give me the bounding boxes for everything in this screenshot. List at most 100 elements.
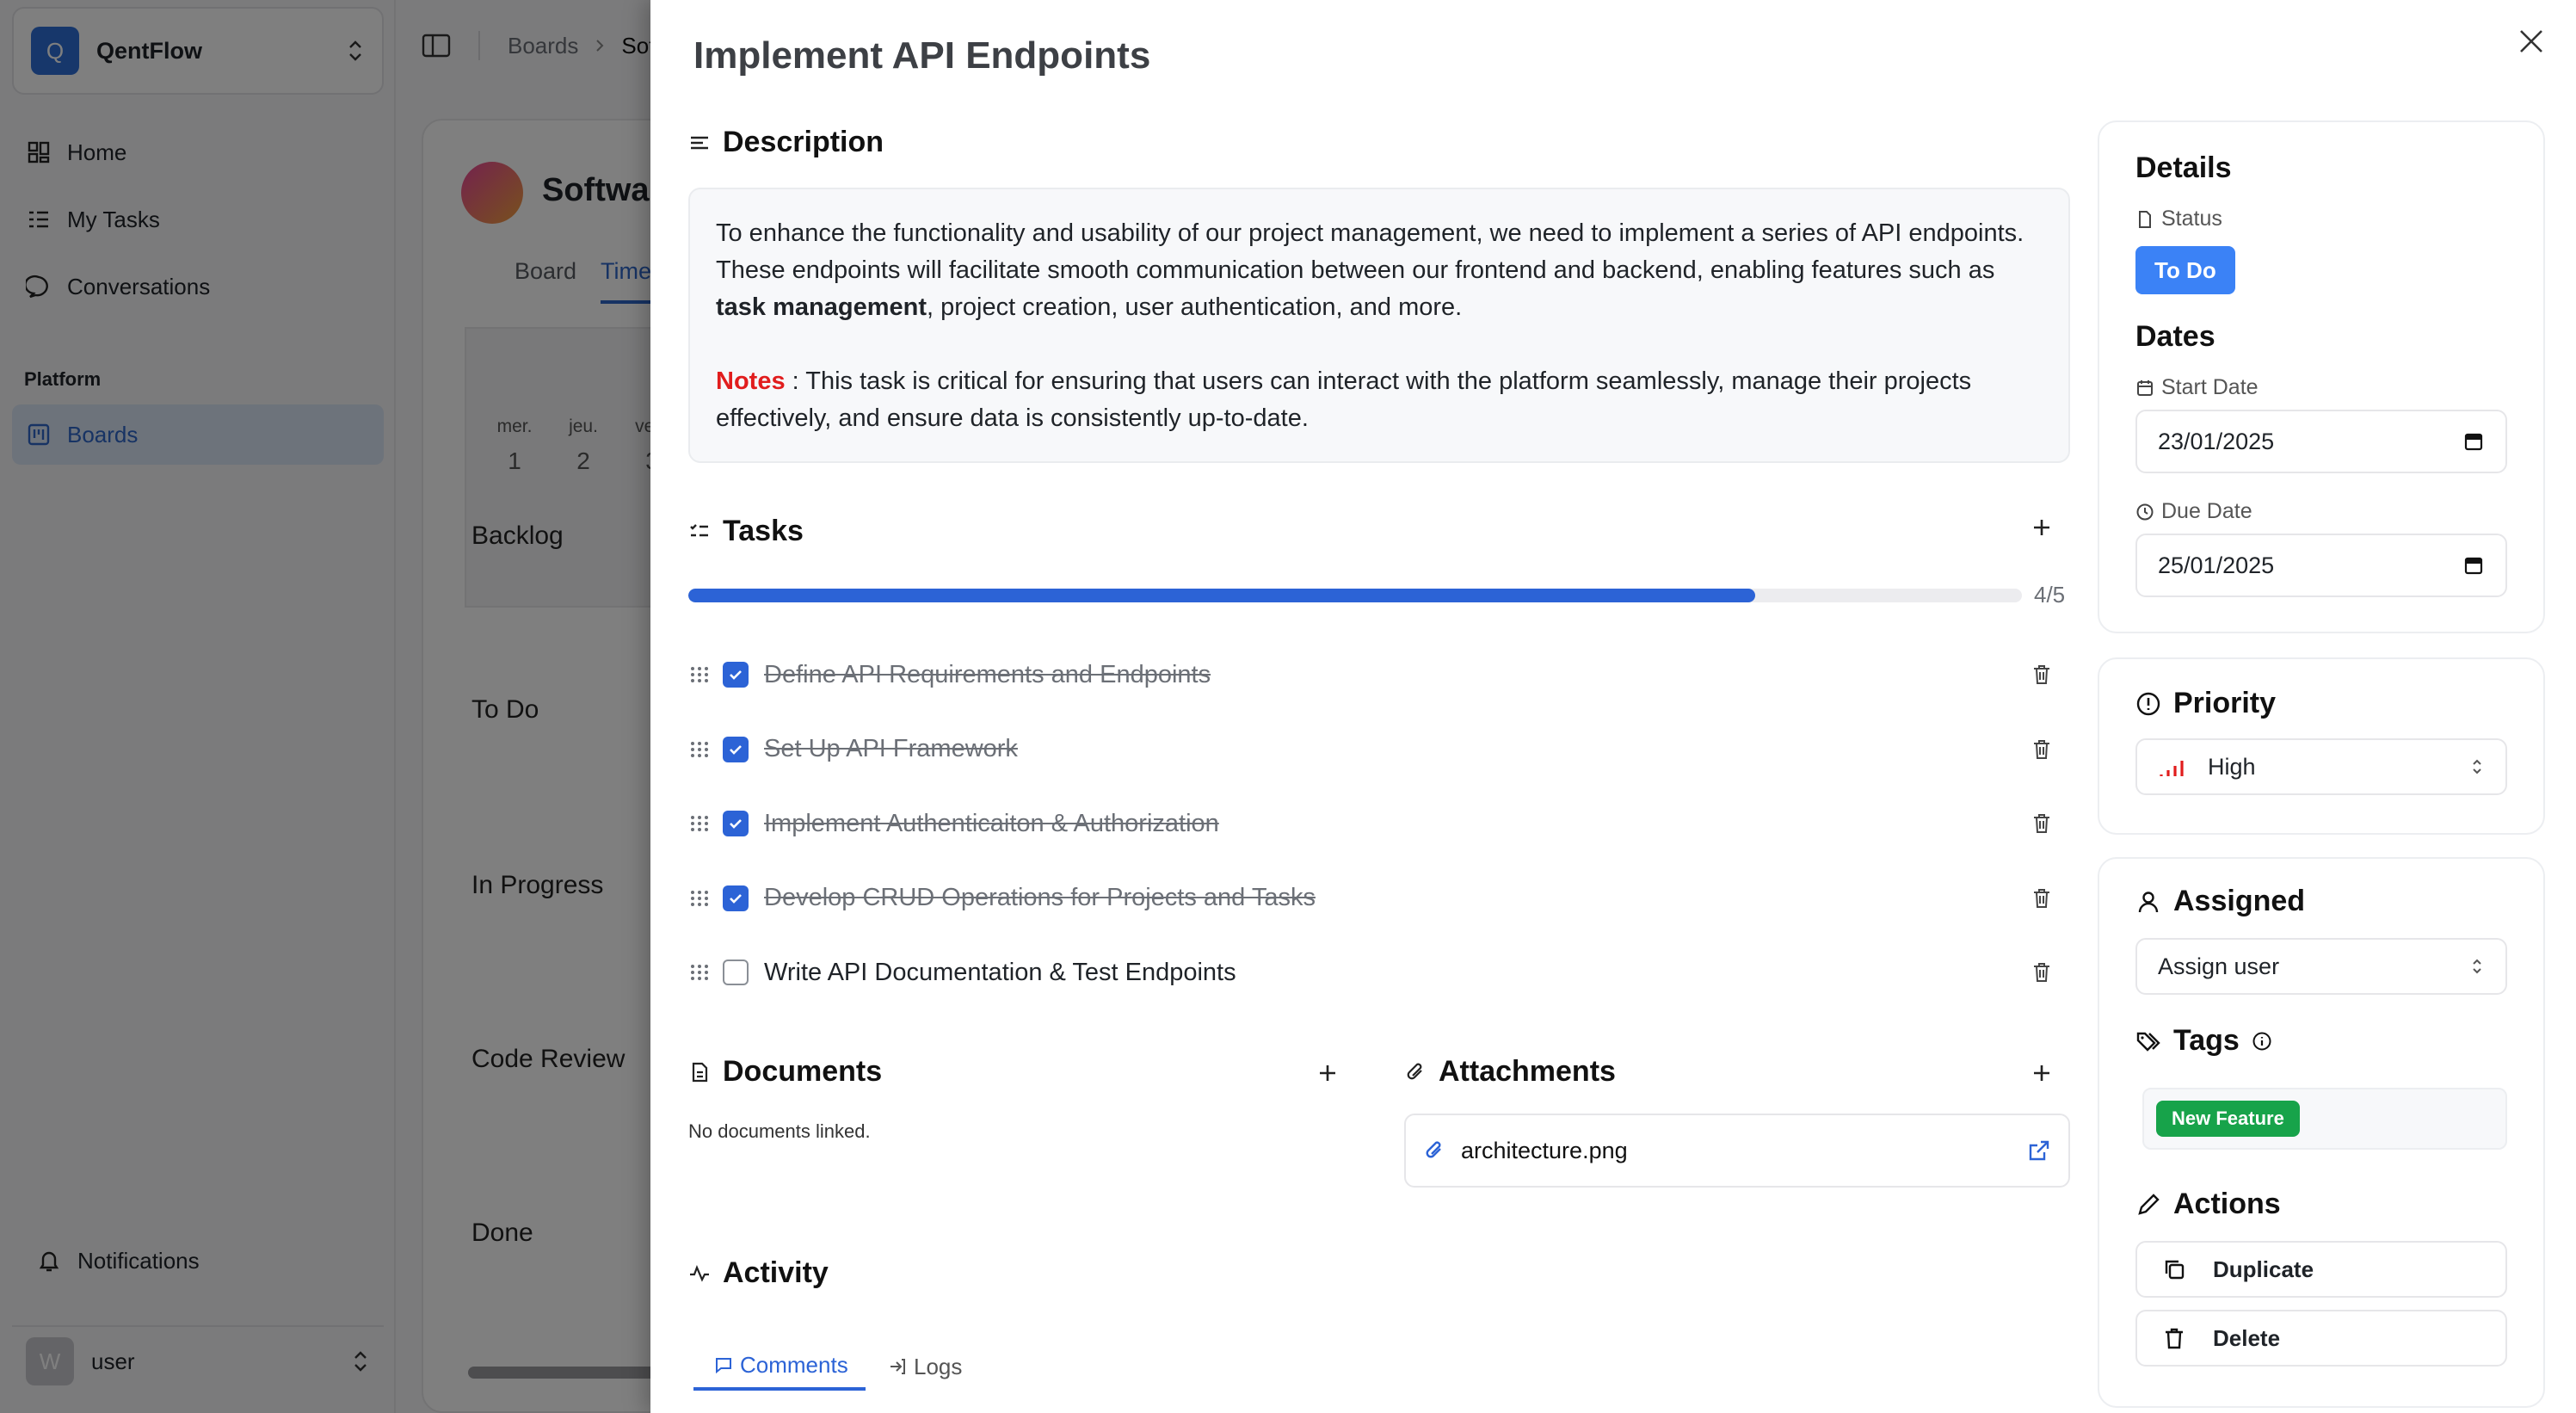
- close-icon: [2514, 24, 2548, 59]
- due-date-label: Due Date: [2135, 499, 2252, 524]
- checklist-icon: [688, 521, 711, 543]
- comment-icon: [714, 1355, 733, 1374]
- plus-icon: [2027, 1058, 2056, 1088]
- start-date-value: 23/01/2025: [2158, 428, 2275, 454]
- user-icon: [2135, 889, 2161, 915]
- calendar-icon[interactable]: [2462, 430, 2485, 453]
- documents-empty-text: No documents linked.: [688, 1120, 871, 1142]
- tags-icon: [2135, 1028, 2161, 1054]
- assign-user-placeholder: Assign user: [2158, 953, 2280, 979]
- description-box[interactable]: To enhance the functionality and usabili…: [688, 188, 2070, 463]
- task-item[interactable]: Set Up API Framework: [688, 724, 2070, 775]
- tab-comments[interactable]: Comments: [693, 1342, 866, 1391]
- priority-select[interactable]: High: [2135, 738, 2507, 795]
- external-link-icon[interactable]: [2027, 1138, 2051, 1163]
- task-item[interactable]: Write API Documentation & Test Endpoints: [688, 947, 2070, 998]
- text-align-icon: [688, 132, 711, 154]
- add-document-button[interactable]: [1313, 1058, 1342, 1088]
- pencil-icon: [2135, 1192, 2161, 1218]
- tasks-progress-count: 4/5: [2034, 582, 2066, 608]
- drag-handle-icon[interactable]: [688, 738, 711, 761]
- actions-heading: Actions: [2135, 1188, 2281, 1221]
- log-in-icon: [888, 1357, 907, 1376]
- description-notes: Notes : This task is critical for ensuri…: [716, 367, 1972, 432]
- task-checkbox[interactable]: [723, 662, 749, 688]
- task-title: Implement API Endpoints: [693, 34, 1151, 77]
- plus-icon: [1313, 1058, 1342, 1088]
- drag-handle-icon[interactable]: [688, 887, 711, 910]
- plus-icon: [2027, 513, 2056, 542]
- task-title: Define API Requirements and Endpoints: [764, 660, 1211, 688]
- close-button[interactable]: [2514, 24, 2548, 59]
- delete-button[interactable]: Delete: [2135, 1310, 2507, 1367]
- attachments-heading: Attachments: [1404, 1055, 1616, 1089]
- priority-value: High: [2208, 753, 2256, 780]
- drag-handle-icon[interactable]: [688, 663, 711, 686]
- task-title: Set Up API Framework: [764, 735, 1018, 762]
- priority-heading: Priority: [2135, 687, 2276, 720]
- paperclip-icon: [1404, 1061, 1427, 1083]
- due-date-value: 25/01/2025: [2158, 552, 2275, 578]
- document-icon: [688, 1061, 711, 1083]
- alert-circle-icon: [2135, 691, 2161, 717]
- trash-icon[interactable]: [2029, 737, 2055, 762]
- tags-heading: Tags: [2135, 1024, 2272, 1058]
- documents-heading: Documents: [688, 1055, 882, 1089]
- copy-icon: [2161, 1256, 2187, 1282]
- assigned-heading: Assigned: [2135, 885, 2305, 918]
- trash-icon[interactable]: [2029, 811, 2055, 836]
- task-title: Write API Documentation & Test Endpoints: [764, 958, 1236, 986]
- attachment-item[interactable]: architecture.png: [1404, 1114, 2070, 1188]
- task-checkbox[interactable]: [723, 885, 749, 911]
- status-badge[interactable]: To Do: [2135, 246, 2235, 294]
- status-label: Status: [2135, 207, 2222, 231]
- task-title: Implement Authenticaiton & Authorization: [764, 809, 1219, 837]
- tab-logs[interactable]: Logs: [888, 1342, 962, 1391]
- details-heading: Details: [2135, 151, 2232, 184]
- tasks-heading: Tasks: [688, 515, 804, 548]
- clock-icon: [2135, 503, 2154, 521]
- dates-heading: Dates: [2135, 320, 2215, 353]
- paperclip-icon: [1423, 1138, 1445, 1163]
- calendar-icon: [2135, 379, 2154, 398]
- trash-icon[interactable]: [2029, 662, 2055, 688]
- task-checkbox[interactable]: [723, 959, 749, 985]
- add-task-button[interactable]: [2027, 513, 2056, 542]
- details-card: Details Status To Do Dates Start Date 23…: [2098, 120, 2545, 633]
- calendar-icon[interactable]: [2462, 554, 2485, 577]
- description-heading: Description: [688, 126, 884, 159]
- trash-icon: [2161, 1325, 2187, 1351]
- task-title: Develop CRUD Operations for Projects and…: [764, 884, 1316, 911]
- task-item[interactable]: Define API Requirements and Endpoints: [688, 649, 2070, 700]
- signal-bars-icon: [2158, 756, 2187, 778]
- trash-icon[interactable]: [2029, 885, 2055, 911]
- add-attachment-button[interactable]: [2027, 1058, 2056, 1088]
- chevron-updown-icon: [2469, 957, 2485, 976]
- attachment-filename: architecture.png: [1461, 1137, 1628, 1163]
- drag-handle-icon[interactable]: [688, 961, 711, 984]
- activity-heading: Activity: [688, 1256, 829, 1290]
- start-date-field[interactable]: 23/01/2025: [2135, 410, 2507, 473]
- task-checkbox[interactable]: [723, 736, 749, 762]
- progress-fill: [688, 589, 1755, 602]
- drag-handle-icon[interactable]: [688, 812, 711, 835]
- chevron-updown-icon: [2469, 757, 2485, 776]
- tasks-progress-bar: [688, 589, 2022, 602]
- description-text: To enhance the functionality and usabili…: [716, 219, 2024, 321]
- tags-field[interactable]: New Feature: [2142, 1088, 2507, 1150]
- priority-card: Priority High: [2098, 657, 2545, 835]
- task-checkbox[interactable]: [723, 811, 749, 836]
- tag-badge[interactable]: New Feature: [2156, 1101, 2300, 1137]
- duplicate-button[interactable]: Duplicate: [2135, 1241, 2507, 1298]
- start-date-label: Start Date: [2135, 375, 2259, 400]
- task-item[interactable]: Implement Authenticaiton & Authorization: [688, 798, 2070, 849]
- task-item[interactable]: Develop CRUD Operations for Projects and…: [688, 873, 2070, 924]
- activity-pulse-icon: [688, 1262, 711, 1285]
- trash-icon[interactable]: [2029, 959, 2055, 985]
- file-icon: [2135, 210, 2154, 229]
- info-icon[interactable]: [2252, 1031, 2272, 1052]
- due-date-field[interactable]: 25/01/2025: [2135, 534, 2507, 597]
- assignment-card: Assigned Assign user Tags New Feature Ac…: [2098, 857, 2545, 1408]
- assign-user-select[interactable]: Assign user: [2135, 938, 2507, 995]
- task-detail-sheet: Implement API Endpoints Description To e…: [650, 0, 2576, 1413]
